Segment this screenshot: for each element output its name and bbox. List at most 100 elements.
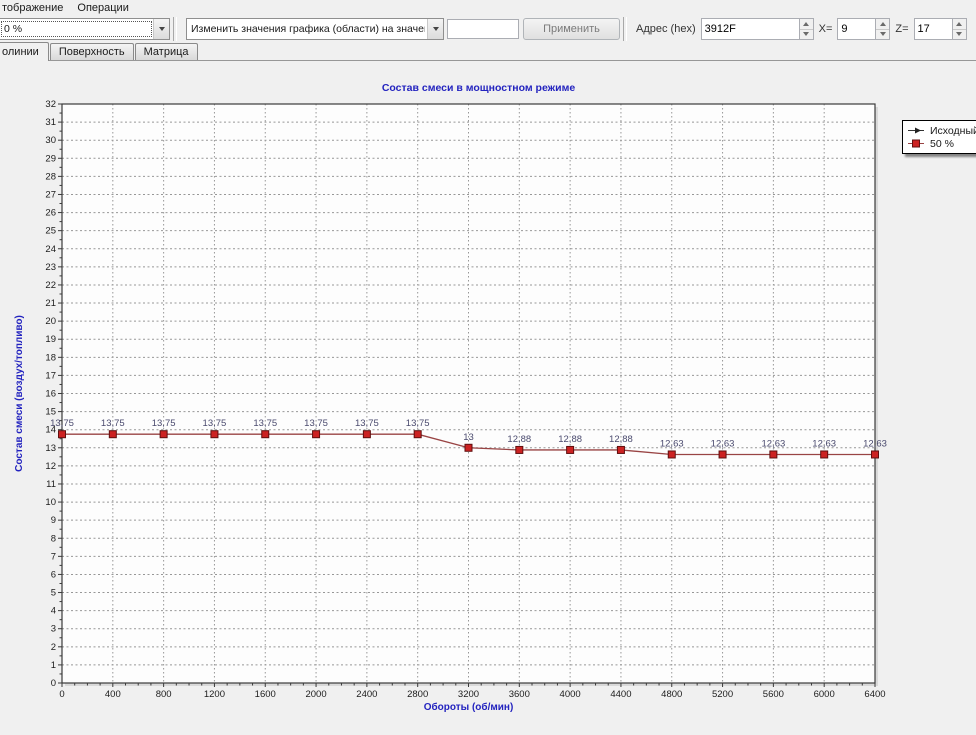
toolbar-separator: [173, 17, 177, 41]
y-tick-label: 19: [45, 334, 56, 345]
y-tick-label: 8: [51, 533, 56, 544]
y-tick-label: 29: [45, 153, 56, 164]
scale-combobox-value: 0 %: [2, 22, 151, 36]
x-tick-label: 800: [156, 689, 172, 700]
data-point-marker[interactable]: [211, 431, 218, 438]
y-tick-label: 25: [45, 226, 56, 237]
app-window: тображение Операции 0 % Изменить значени…: [0, 0, 976, 735]
address-input[interactable]: [701, 18, 799, 40]
z-spinner[interactable]: [914, 18, 967, 40]
x-tick-label: 0: [59, 689, 64, 700]
data-point-label: 12,88: [507, 434, 531, 445]
y-tick-label: 9: [51, 515, 56, 526]
spin-up-icon[interactable]: [800, 19, 813, 29]
scale-combobox[interactable]: 0 %: [0, 18, 170, 40]
x-tick-label: 6400: [864, 689, 885, 700]
spinner-buttons[interactable]: [875, 18, 890, 40]
data-point-label: 13,75: [101, 418, 125, 429]
apply-button[interactable]: Применить: [523, 18, 620, 40]
legend-label: 50 %: [930, 138, 954, 150]
data-point-marker[interactable]: [109, 431, 116, 438]
x-tick-label: 5200: [712, 689, 733, 700]
data-point-marker[interactable]: [617, 446, 624, 453]
legend-item-original: Исходный: [908, 124, 976, 137]
data-point-label: 12,63: [761, 438, 785, 449]
data-point-marker[interactable]: [414, 431, 421, 438]
address-spinner[interactable]: [701, 18, 814, 40]
y-tick-label: 13: [45, 443, 56, 454]
z-input[interactable]: [914, 18, 952, 40]
address-label: Адрес (hex): [636, 23, 696, 35]
y-tick-label: 20: [45, 316, 56, 327]
spinner-buttons[interactable]: [952, 18, 967, 40]
chart-page: 0400800120016002000240028003200360040004…: [0, 61, 976, 734]
y-tick-label: 26: [45, 208, 56, 219]
data-point-label: 13,75: [152, 418, 176, 429]
chevron-down-icon[interactable]: [153, 19, 169, 39]
data-point-label: 13,75: [50, 418, 74, 429]
data-point-marker[interactable]: [719, 451, 726, 458]
data-point-marker[interactable]: [872, 451, 879, 458]
y-tick-label: 5: [51, 588, 56, 599]
spin-up-icon[interactable]: [876, 19, 889, 29]
x-input[interactable]: [837, 18, 875, 40]
x-tick-label: 1200: [204, 689, 225, 700]
y-tick-label: 6: [51, 569, 56, 580]
x-tick-label: 3200: [458, 689, 479, 700]
x-label: X=: [819, 23, 833, 35]
data-point-marker[interactable]: [770, 451, 777, 458]
y-tick-label: 7: [51, 551, 56, 562]
y-tick-label: 10: [45, 497, 56, 508]
x-tick-label: 2000: [305, 689, 326, 700]
y-tick-label: 16: [45, 389, 56, 400]
data-point-marker[interactable]: [59, 431, 66, 438]
spin-down-icon[interactable]: [800, 29, 813, 40]
y-tick-label: 3: [51, 624, 56, 635]
spin-up-icon[interactable]: [953, 19, 966, 29]
spin-down-icon[interactable]: [953, 29, 966, 40]
x-tick-label: 5600: [763, 689, 784, 700]
y-tick-label: 2: [51, 642, 56, 653]
y-tick-label: 12: [45, 461, 56, 472]
data-point-label: 12,63: [711, 438, 735, 449]
data-point-marker[interactable]: [821, 451, 828, 458]
data-point-marker[interactable]: [262, 431, 269, 438]
x-axis-label: Обороты (об/мин): [424, 701, 514, 713]
square-marker-icon: [908, 139, 925, 148]
y-tick-label: 4: [51, 606, 56, 617]
toolbar: 0 % Изменить значения графика (области) …: [0, 16, 976, 43]
y-tick-label: 28: [45, 171, 56, 182]
tab-matrix[interactable]: Матрица: [135, 43, 198, 60]
legend-item-50pct: 50 %: [908, 137, 976, 150]
tab-surface[interactable]: Поверхность: [50, 43, 134, 60]
operation-combobox[interactable]: Изменить значения графика (области) на з…: [186, 18, 444, 40]
data-point-label: 12,88: [558, 434, 582, 445]
x-tick-label: 4800: [661, 689, 682, 700]
spinner-buttons[interactable]: [799, 18, 814, 40]
menu-display[interactable]: тображение: [0, 1, 70, 15]
data-point-marker[interactable]: [668, 451, 675, 458]
chevron-down-icon[interactable]: [427, 19, 443, 39]
spin-down-icon[interactable]: [876, 29, 889, 40]
data-point-label: 12,63: [812, 438, 836, 449]
y-tick-label: 18: [45, 352, 56, 363]
value-input[interactable]: [447, 19, 519, 39]
y-tick-label: 22: [45, 280, 56, 291]
chart-canvas[interactable]: 0400800120016002000240028003200360040004…: [0, 61, 976, 734]
menu-operations[interactable]: Операции: [70, 1, 135, 15]
x-tick-label: 400: [105, 689, 121, 700]
operation-combobox-value: Изменить значения графика (области) на з…: [189, 22, 425, 36]
legend-label: Исходный: [930, 125, 976, 137]
data-point-marker[interactable]: [160, 431, 167, 438]
data-point-marker[interactable]: [313, 431, 320, 438]
data-point-marker[interactable]: [465, 444, 472, 451]
arrow-line-marker-icon: [908, 126, 925, 135]
data-point-marker[interactable]: [567, 446, 574, 453]
x-spinner[interactable]: [837, 18, 890, 40]
tab-isolines[interactable]: олинии: [0, 42, 49, 61]
toolbar-separator: [623, 17, 627, 41]
address-panel: Адрес (hex) X= Z=: [630, 18, 973, 40]
data-point-label: 12,63: [660, 438, 684, 449]
data-point-marker[interactable]: [363, 431, 370, 438]
data-point-marker[interactable]: [516, 446, 523, 453]
